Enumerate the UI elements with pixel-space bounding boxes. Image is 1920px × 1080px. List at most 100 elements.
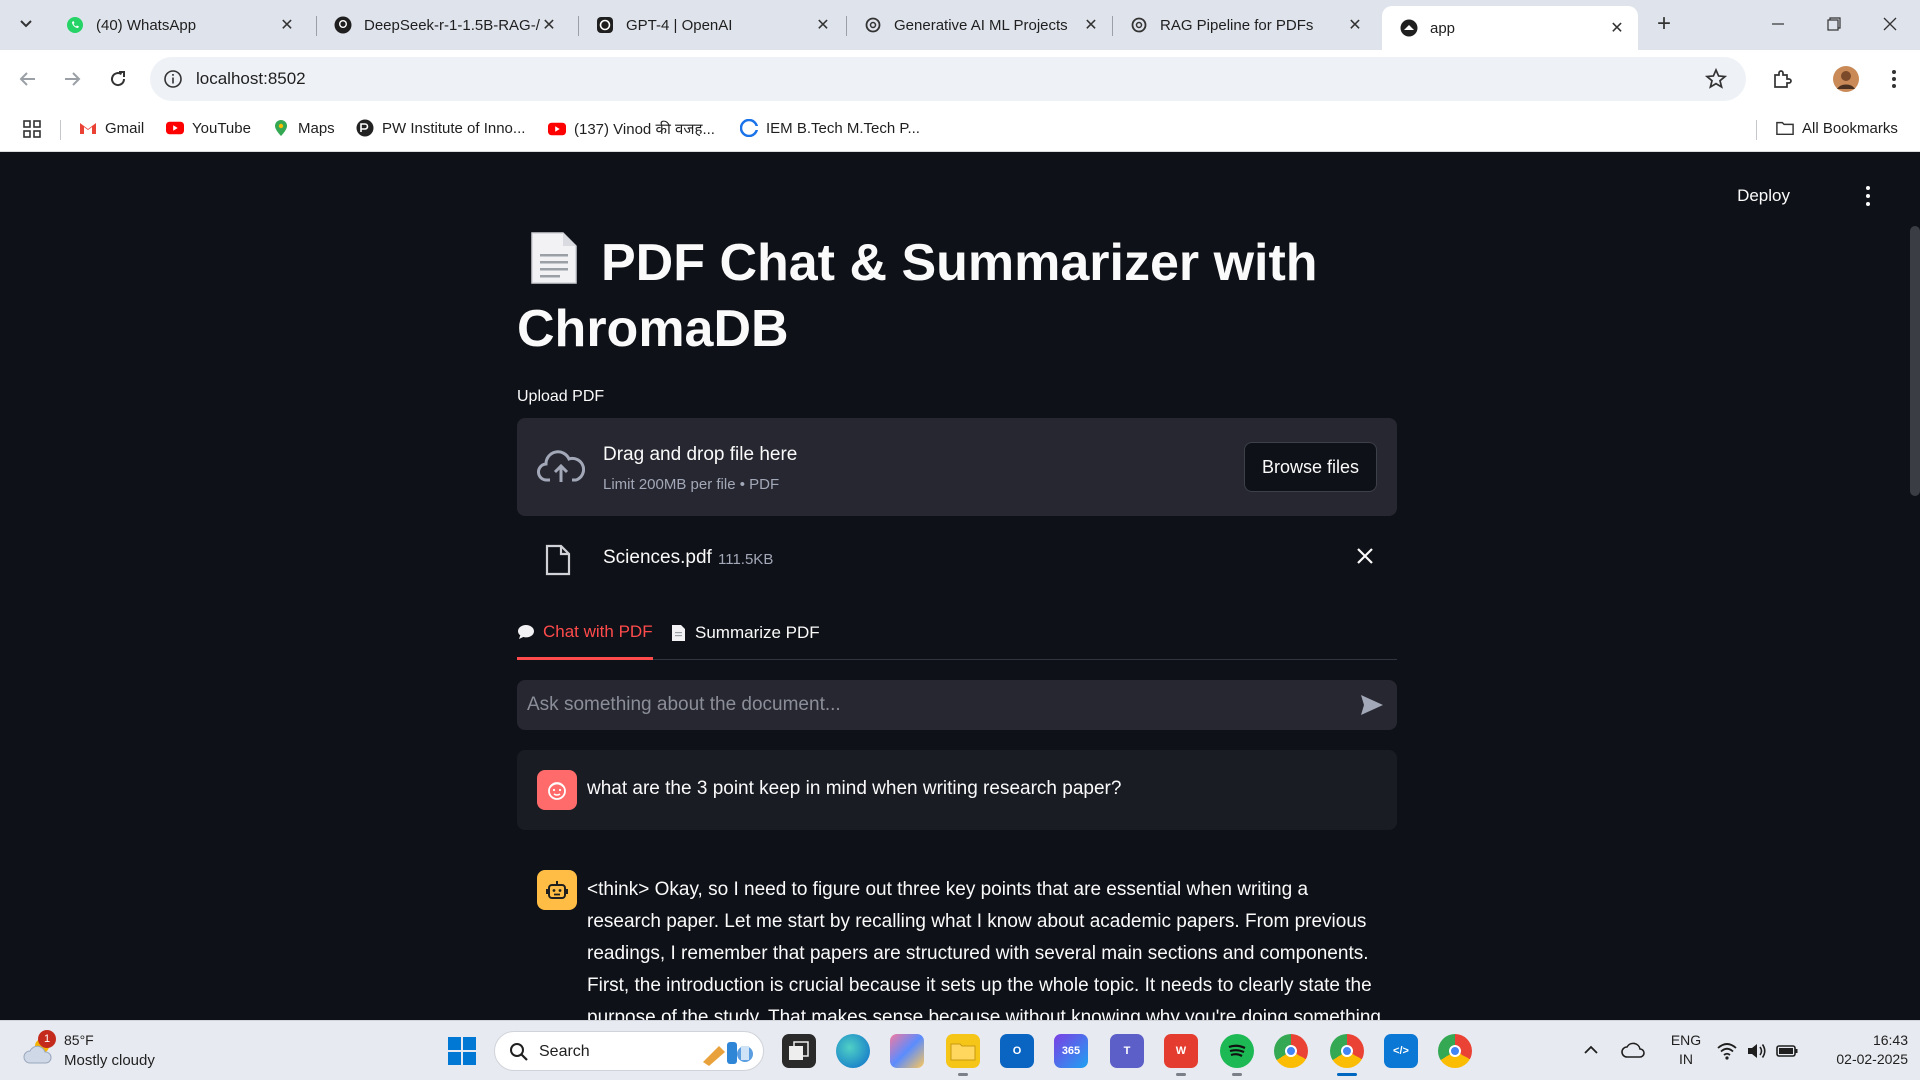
bookmark-gmail[interactable]: Gmail bbox=[79, 119, 144, 137]
taskbar-m365[interactable]: 365 bbox=[1054, 1034, 1088, 1068]
onedrive-cloud-icon[interactable] bbox=[1620, 1039, 1646, 1061]
app-menu-button[interactable] bbox=[1856, 184, 1880, 208]
bookmark-youtube-video[interactable]: (137) Vinod की वजह... bbox=[548, 119, 715, 139]
wifi-icon[interactable] bbox=[1716, 1040, 1738, 1062]
remove-file-icon[interactable] bbox=[1355, 546, 1375, 566]
bookmarks-bar: Gmail YouTube Maps PW Institute of Inno.… bbox=[0, 108, 1920, 262]
forward-button[interactable] bbox=[56, 63, 88, 95]
site-info-icon[interactable] bbox=[162, 68, 184, 90]
taskbar-chrome-profile[interactable] bbox=[1330, 1034, 1364, 1076]
taskbar-wps[interactable]: W bbox=[1164, 1034, 1198, 1076]
apps-button[interactable] bbox=[22, 119, 42, 139]
windows-taskbar: 1 85°F Mostly cloudy Search O 365 T W </… bbox=[0, 1020, 1920, 1080]
assistant-avatar bbox=[537, 870, 577, 910]
close-icon[interactable]: ✕ bbox=[540, 15, 558, 35]
bookmark-maps[interactable]: Maps bbox=[272, 119, 335, 137]
browse-files-button[interactable]: Browse files bbox=[1244, 442, 1377, 492]
weather-condition: Mostly cloudy bbox=[64, 1052, 155, 1069]
bookmark-youtube[interactable]: YouTube bbox=[166, 119, 251, 137]
extensions-button[interactable] bbox=[1766, 63, 1798, 95]
browser-tab-strip: (40) WhatsApp ✕ DeepSeek-r-1-1.5B-RAG-/ … bbox=[0, 0, 1920, 50]
taskbar-search[interactable]: Search bbox=[494, 1031, 764, 1071]
deploy-button[interactable]: Deploy bbox=[1737, 186, 1790, 206]
taskbar-chrome-alt[interactable] bbox=[1438, 1034, 1472, 1068]
bookmark-label: Maps bbox=[298, 119, 335, 137]
gmail-icon bbox=[79, 119, 97, 137]
chrome-icon bbox=[1341, 1045, 1353, 1057]
close-icon[interactable]: ✕ bbox=[1608, 18, 1626, 38]
chat-input[interactable] bbox=[527, 688, 1347, 722]
back-arrow-icon bbox=[19, 72, 35, 86]
address-bar[interactable]: localhost:8502 bbox=[150, 57, 1746, 101]
profile-button[interactable] bbox=[1830, 63, 1862, 95]
browser-menu-button[interactable] bbox=[1878, 63, 1910, 95]
maps-pin-icon bbox=[272, 119, 290, 137]
github-icon bbox=[334, 16, 352, 34]
back-button[interactable] bbox=[12, 63, 44, 95]
input-language[interactable]: ENG IN bbox=[1666, 1031, 1706, 1069]
taskbar-copilot[interactable] bbox=[890, 1034, 924, 1068]
tab-search-button[interactable] bbox=[12, 10, 40, 38]
taskbar-outlook[interactable]: O bbox=[1000, 1034, 1034, 1068]
tab-whatsapp[interactable]: (40) WhatsApp ✕ bbox=[48, 6, 308, 44]
tab-github-deepseek[interactable]: DeepSeek-r-1-1.5B-RAG-/ ✕ bbox=[316, 6, 570, 44]
apps-grid-icon bbox=[23, 120, 41, 138]
browser-toolbar: localhost:8502 bbox=[0, 50, 1920, 108]
bookmark-star-icon[interactable] bbox=[1704, 67, 1728, 91]
close-icon[interactable]: ✕ bbox=[278, 15, 296, 35]
battery-icon[interactable] bbox=[1776, 1040, 1798, 1062]
speech-balloon-icon bbox=[518, 624, 534, 639]
page-title: PDF Chat & Summarizer with ChromaDB bbox=[517, 230, 1397, 362]
tab-summarize-pdf[interactable]: Summarize PDF bbox=[669, 606, 820, 660]
windows-start-icon[interactable] bbox=[446, 1035, 478, 1067]
tab-rag-pipeline[interactable]: RAG Pipeline for PDFs ✕ bbox=[1112, 6, 1376, 44]
chevron-down-icon bbox=[20, 20, 32, 28]
close-icon[interactable]: ✕ bbox=[1346, 15, 1364, 35]
taskbar-chrome[interactable] bbox=[1274, 1034, 1308, 1068]
bookmark-label: PW Institute of Inno... bbox=[382, 119, 526, 137]
new-tab-button[interactable]: + bbox=[1652, 12, 1676, 36]
scrollbar[interactable] bbox=[1910, 226, 1920, 496]
user-message-text: what are the 3 point keep in mind when w… bbox=[587, 778, 1122, 799]
url-text[interactable]: localhost:8502 bbox=[196, 69, 306, 89]
reload-button[interactable] bbox=[102, 63, 134, 95]
close-icon[interactable]: ✕ bbox=[814, 15, 832, 35]
close-icon[interactable]: ✕ bbox=[1082, 15, 1100, 35]
pw-logo-icon bbox=[356, 119, 374, 137]
dropzone-instruction: Drag and drop file here bbox=[603, 444, 798, 465]
taskbar-edge[interactable] bbox=[836, 1034, 870, 1068]
taskbar-vscode[interactable]: </> bbox=[1384, 1034, 1418, 1068]
send-icon[interactable] bbox=[1359, 693, 1385, 717]
youtube-icon bbox=[166, 119, 184, 137]
forward-arrow-icon bbox=[65, 72, 81, 86]
minimize-icon bbox=[1772, 23, 1784, 25]
taskbar-task-view[interactable] bbox=[782, 1034, 816, 1068]
tab-chat-with-pdf[interactable]: Chat with PDF bbox=[517, 606, 653, 660]
dropzone-limit: Limit 200MB per file • PDF bbox=[603, 476, 780, 493]
clock-time: 16:43 bbox=[1872, 1032, 1908, 1048]
bookmark-pw-institute[interactable]: PW Institute of Inno... bbox=[356, 119, 525, 137]
volume-icon[interactable] bbox=[1746, 1040, 1768, 1062]
window-close-button[interactable] bbox=[1870, 10, 1910, 38]
restore-button[interactable] bbox=[1814, 10, 1854, 38]
bookmark-label: Gmail bbox=[105, 119, 145, 137]
tab-openai-gpt4[interactable]: GPT-4 | OpenAI ✕ bbox=[578, 6, 844, 44]
search-highlight-icon bbox=[703, 1042, 753, 1066]
tab-generative-ai-projects[interactable]: Generative AI ML Projects ✕ bbox=[846, 6, 1112, 44]
region-code: IN bbox=[1679, 1051, 1693, 1067]
tab-title: RAG Pipeline for PDFs bbox=[1160, 16, 1314, 34]
all-bookmarks-button[interactable]: All Bookmarks bbox=[1776, 119, 1898, 137]
taskbar-spotify[interactable] bbox=[1220, 1034, 1254, 1076]
file-dropzone[interactable]: Drag and drop file here Limit 200MB per … bbox=[517, 418, 1397, 516]
taskbar-teams[interactable]: T bbox=[1110, 1034, 1144, 1068]
chevron-up-icon[interactable] bbox=[1582, 1041, 1600, 1059]
minimize-button[interactable] bbox=[1758, 10, 1798, 38]
tab-app-active[interactable]: app ✕ bbox=[1382, 6, 1638, 50]
page-facing-up-icon bbox=[672, 625, 685, 641]
bookmark-iem[interactable]: IEM B.Tech M.Tech P... bbox=[740, 119, 920, 137]
taskbar-file-explorer[interactable] bbox=[946, 1034, 980, 1076]
system-clock[interactable]: 16:43 02-02-2025 bbox=[1812, 1031, 1908, 1069]
all-bookmarks-label: All Bookmarks bbox=[1802, 119, 1898, 137]
uploaded-file-row: Sciences.pdf 111.5KB bbox=[517, 528, 1397, 588]
face-icon bbox=[548, 782, 566, 800]
